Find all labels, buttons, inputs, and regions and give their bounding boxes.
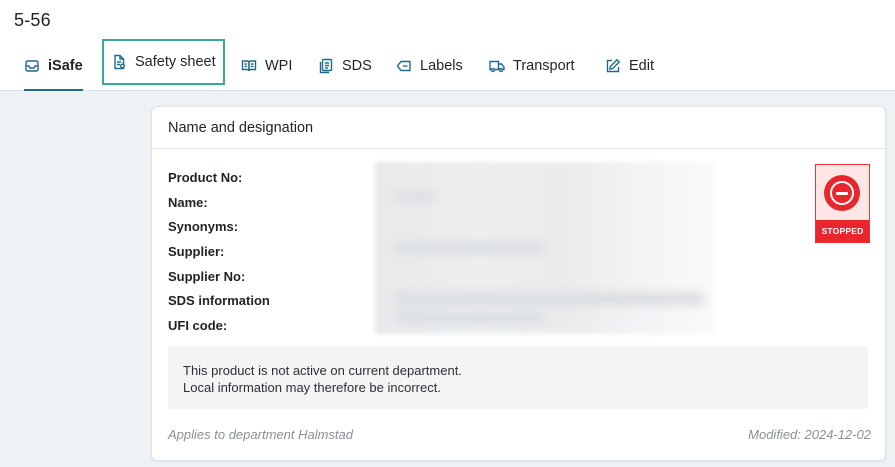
stop-icon: [824, 175, 860, 211]
department-note: Applies to department Halmstad: [168, 427, 353, 442]
tab-label: iSafe: [48, 58, 83, 74]
tab-sds[interactable]: SDS: [318, 44, 372, 88]
field-label-product-no: Product No:: [168, 169, 243, 185]
status-badge: STOPPED: [815, 164, 870, 243]
tab-label: Edit: [629, 58, 654, 74]
tab-label: WPI: [265, 58, 293, 74]
inactive-notice: This product is not active on current de…: [168, 346, 868, 409]
label-icon: [396, 58, 412, 74]
book-icon: [241, 58, 257, 74]
document-icon: [111, 54, 127, 70]
edit-icon: [605, 58, 621, 74]
tab-label: SDS: [342, 58, 372, 74]
top-bar: 5-56 iSafe Safety sheet WPI SDS Labels T…: [0, 0, 895, 91]
notice-line-2: Local information may therefore be incor…: [183, 380, 441, 395]
field-label-supplier: Supplier:: [168, 243, 225, 259]
truck-icon: [489, 58, 505, 74]
box-icon: [24, 58, 40, 74]
modified-date: Modified: 2024-12-02: [748, 427, 871, 442]
tab-wpi[interactable]: WPI: [241, 44, 292, 88]
name-designation-card: Name and designation Product No: Name: S…: [151, 106, 886, 461]
field-list: Product No: Name: Synonyms: Supplier: Su…: [168, 165, 270, 338]
field-label-sds-information: SDS information: [168, 293, 270, 309]
tab-label: Labels: [420, 58, 463, 74]
tab-isafe[interactable]: iSafe: [24, 44, 83, 91]
field-label-ufi-code: UFI code:: [168, 317, 228, 333]
tab-transport[interactable]: Transport: [489, 44, 575, 88]
tab-safety-sheet[interactable]: Safety sheet: [102, 39, 225, 85]
status-badge-label: STOPPED: [816, 220, 869, 242]
page-title: 5-56: [14, 10, 51, 30]
tab-labels[interactable]: Labels: [396, 44, 463, 88]
tab-label: Safety sheet: [135, 54, 216, 70]
field-label-supplier-no: Supplier No:: [168, 268, 246, 284]
tab-label: Transport: [513, 58, 575, 74]
card-title: Name and designation: [152, 107, 885, 149]
tab-edit[interactable]: Edit: [605, 44, 654, 88]
field-label-synonyms: Synonyms:: [168, 219, 239, 235]
tab-bar: iSafe Safety sheet WPI SDS Labels Transp…: [0, 39, 895, 91]
notice-line-1: This product is not active on current de…: [183, 363, 462, 378]
redacted-field-values: [375, 162, 715, 334]
field-label-name: Name:: [168, 194, 208, 210]
files-icon: [318, 58, 334, 74]
